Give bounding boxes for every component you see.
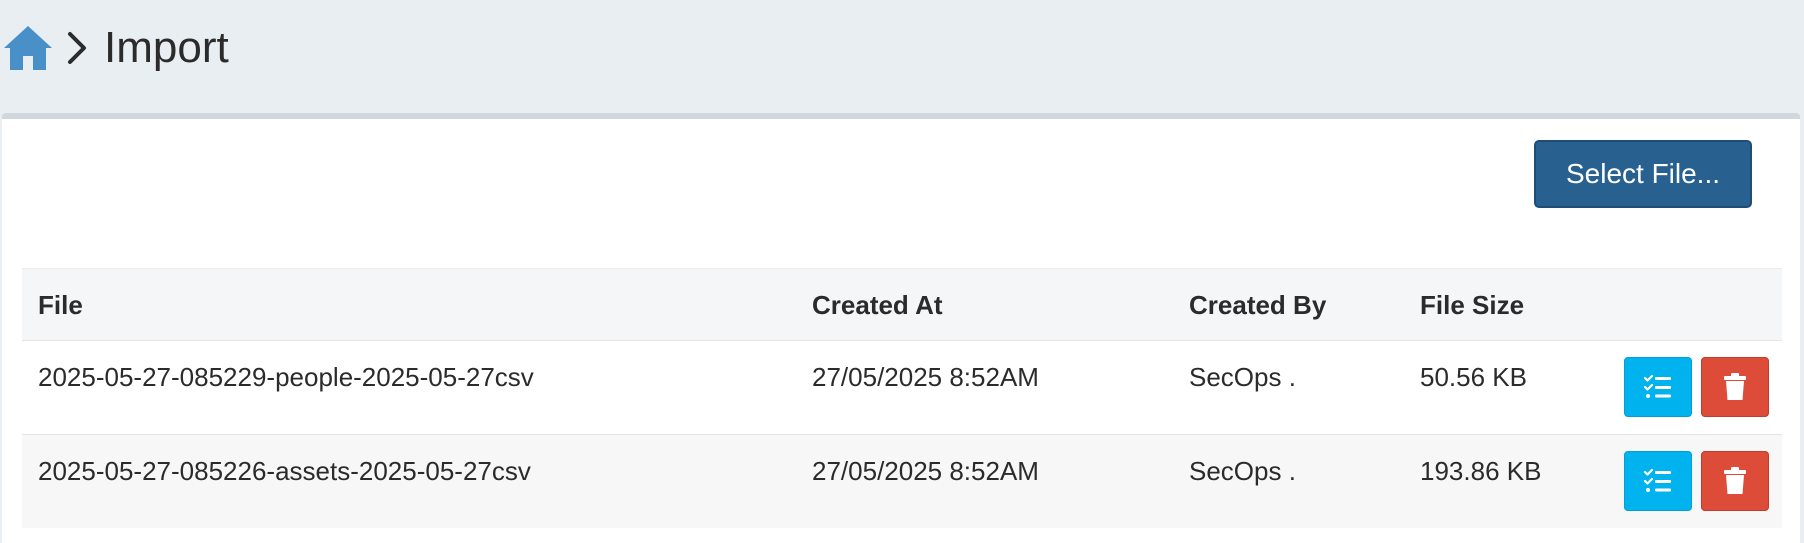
imports-table: File Created At Created By File Size 202… <box>22 268 1782 528</box>
file-size-cell: 50.56 KB <box>1420 362 1527 392</box>
table-header-row: File Created At Created By File Size <box>22 268 1782 340</box>
created-by-cell: SecOps . <box>1189 456 1296 486</box>
file-name-cell: 2025-05-27-085226-assets-2025-05-27csv <box>38 456 531 486</box>
column-header-file[interactable]: File <box>38 269 83 341</box>
table-row: 2025-05-27-085229-people-2025-05-27csv 2… <box>22 340 1782 434</box>
delete-import-button[interactable] <box>1701 451 1769 511</box>
trash-icon <box>1724 467 1746 494</box>
chevron-right-icon <box>68 32 86 64</box>
list-check-icon <box>1643 468 1671 492</box>
page-header: Import <box>0 0 1804 112</box>
column-header-created-by[interactable]: Created By <box>1189 269 1326 341</box>
created-at-cell: 27/05/2025 8:52AM <box>812 362 1039 392</box>
file-name-cell: 2025-05-27-085229-people-2025-05-27csv <box>38 362 534 392</box>
select-file-button[interactable]: Select File... <box>1534 140 1752 208</box>
home-icon[interactable] <box>2 24 54 72</box>
table-row: 2025-05-27-085226-assets-2025-05-27csv 2… <box>22 434 1782 528</box>
created-by-cell: SecOps . <box>1189 362 1296 392</box>
column-header-created-at[interactable]: Created At <box>812 269 943 341</box>
trash-icon <box>1724 373 1746 400</box>
view-import-button[interactable] <box>1624 357 1692 417</box>
created-at-cell: 27/05/2025 8:52AM <box>812 456 1039 486</box>
file-size-cell: 193.86 KB <box>1420 456 1542 486</box>
delete-import-button[interactable] <box>1701 357 1769 417</box>
view-import-button[interactable] <box>1624 451 1692 511</box>
list-check-icon <box>1643 374 1671 398</box>
page-title: Import <box>104 23 229 72</box>
column-header-file-size[interactable]: File Size <box>1420 269 1524 341</box>
